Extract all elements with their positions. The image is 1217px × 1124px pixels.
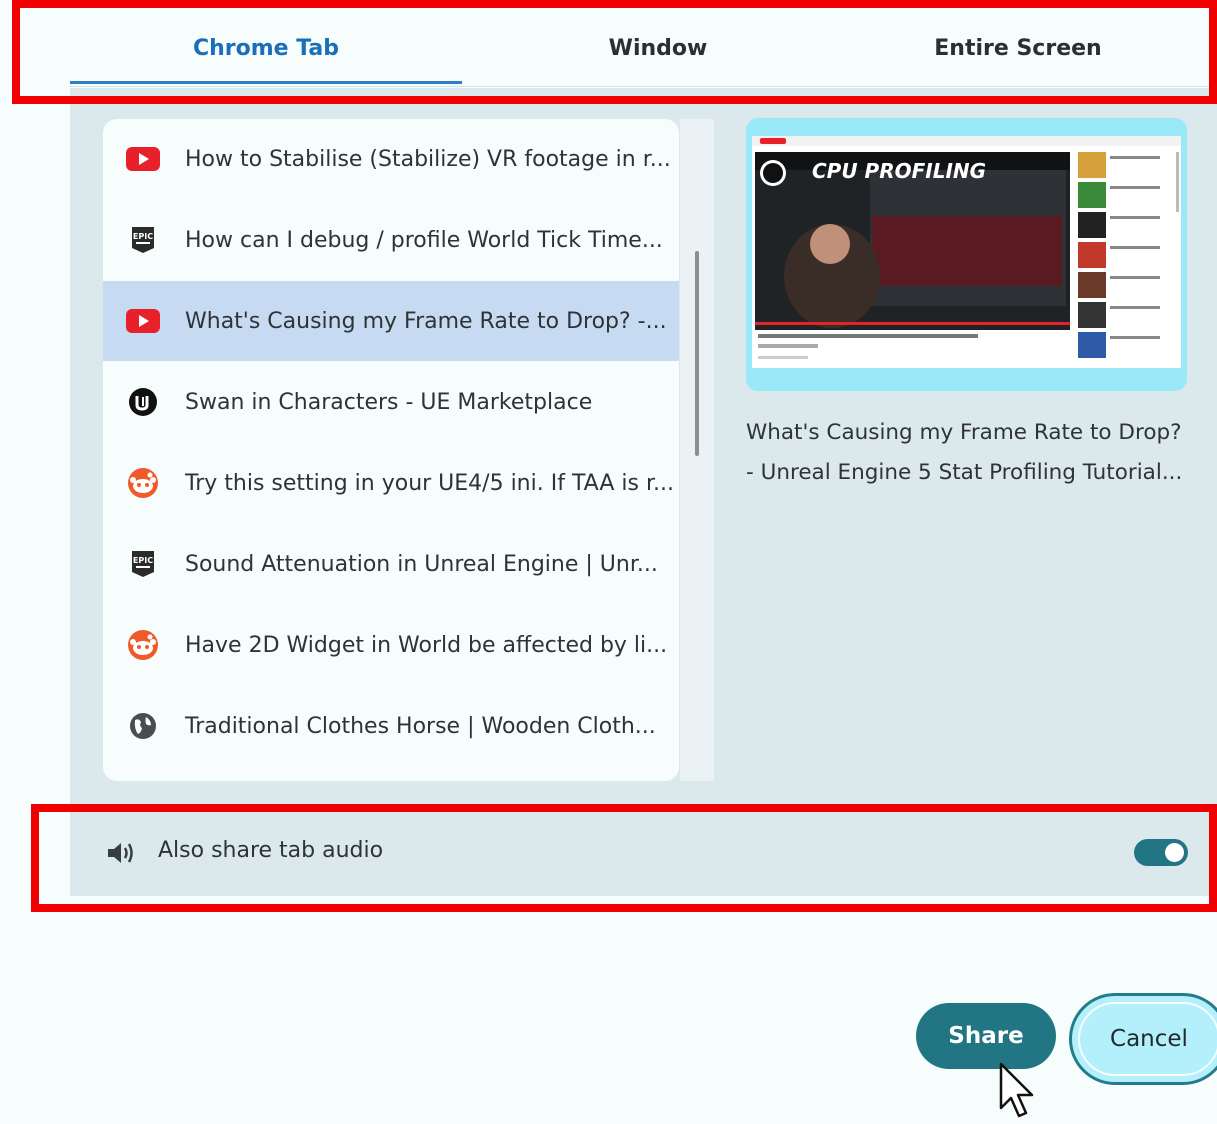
- list-item-label: Traditional Clothes Horse | Wooden Cloth…: [185, 713, 656, 739]
- list-item-label: How to Stabilise (Stabilize) VR footage …: [185, 146, 671, 172]
- list-scrollbar[interactable]: [680, 119, 714, 781]
- share-button[interactable]: Share: [916, 1003, 1056, 1069]
- list-item[interactable]: Traditional Clothes Horse | Wooden Cloth…: [103, 686, 679, 766]
- reddit-icon: [125, 627, 161, 663]
- preview-thumbnail: CPU PROFILING: [752, 136, 1181, 368]
- list-item-label: Have 2D Widget in World be affected by l…: [185, 632, 668, 658]
- youtube-icon: [125, 141, 161, 177]
- epic-games-icon: EPIC: [125, 222, 161, 258]
- active-tab-indicator: [70, 81, 462, 84]
- svg-text:EPIC: EPIC: [133, 556, 153, 565]
- preview-title-line-1: What's Causing my Frame Rate to Drop?: [746, 420, 1182, 445]
- list-item[interactable]: EPIC Sound Attenuation in Unreal Engine …: [103, 524, 679, 604]
- preview-title: What's Causing my Frame Rate to Drop? - …: [746, 413, 1196, 493]
- tab-entire-screen[interactable]: Entire Screen: [822, 36, 1214, 88]
- thumbnail-headline: CPU PROFILING: [812, 159, 986, 183]
- tab-preview: CPU PROFILING: [746, 118, 1187, 391]
- share-audio-toggle[interactable]: [1134, 839, 1188, 866]
- list-item[interactable]: EPIC How can I debug / profile World Tic…: [103, 200, 679, 280]
- youtube-icon: [125, 303, 161, 339]
- tab-list: How to Stabilise (Stabilize) VR footage …: [103, 119, 679, 781]
- tab-picker-panel: How to Stabilise (Stabilize) VR footage …: [70, 88, 1217, 896]
- list-item-label: Try this setting in your UE4/5 ini. If T…: [185, 470, 674, 496]
- list-item-label: How can I debug / profile World Tick Tim…: [185, 227, 663, 253]
- epic-games-icon: EPIC: [125, 546, 161, 582]
- list-item-selected[interactable]: What's Causing my Frame Rate to Drop? -.…: [103, 281, 679, 361]
- list-item-label: What's Causing my Frame Rate to Drop? -.…: [185, 308, 667, 334]
- preview-title-line-2: - Unreal Engine 5 Stat Profiling Tutoria…: [746, 460, 1183, 485]
- share-audio-row: Also share tab audio: [70, 808, 1217, 895]
- list-item-label: Swan in Characters - UE Marketplace: [185, 389, 593, 415]
- tab-window[interactable]: Window: [462, 36, 854, 88]
- tab-divider: [70, 86, 1217, 87]
- svg-text:EPIC: EPIC: [133, 232, 153, 241]
- list-item-label: Sound Attenuation in Unreal Engine | Unr…: [185, 551, 658, 577]
- speaker-icon: [106, 840, 138, 870]
- cancel-button[interactable]: Cancel: [1069, 993, 1217, 1085]
- list-item[interactable]: How to Stabilise (Stabilize) VR footage …: [103, 119, 679, 199]
- scrollbar-thumb[interactable]: [695, 251, 699, 456]
- globe-icon: [125, 708, 161, 744]
- share-audio-label: Also share tab audio: [158, 838, 384, 863]
- list-item[interactable]: Have 2D Widget in World be affected by l…: [103, 605, 679, 685]
- source-tabs: Chrome Tab Window Entire Screen: [70, 0, 1217, 88]
- toggle-knob: [1165, 843, 1184, 862]
- unreal-engine-icon: [125, 384, 161, 420]
- mouse-pointer-icon: [999, 1062, 1039, 1124]
- list-item[interactable]: Try this setting in your UE4/5 ini. If T…: [103, 443, 679, 523]
- list-item[interactable]: Swan in Characters - UE Marketplace: [103, 362, 679, 442]
- cancel-button-label: Cancel: [1110, 1026, 1188, 1052]
- reddit-icon: [125, 465, 161, 501]
